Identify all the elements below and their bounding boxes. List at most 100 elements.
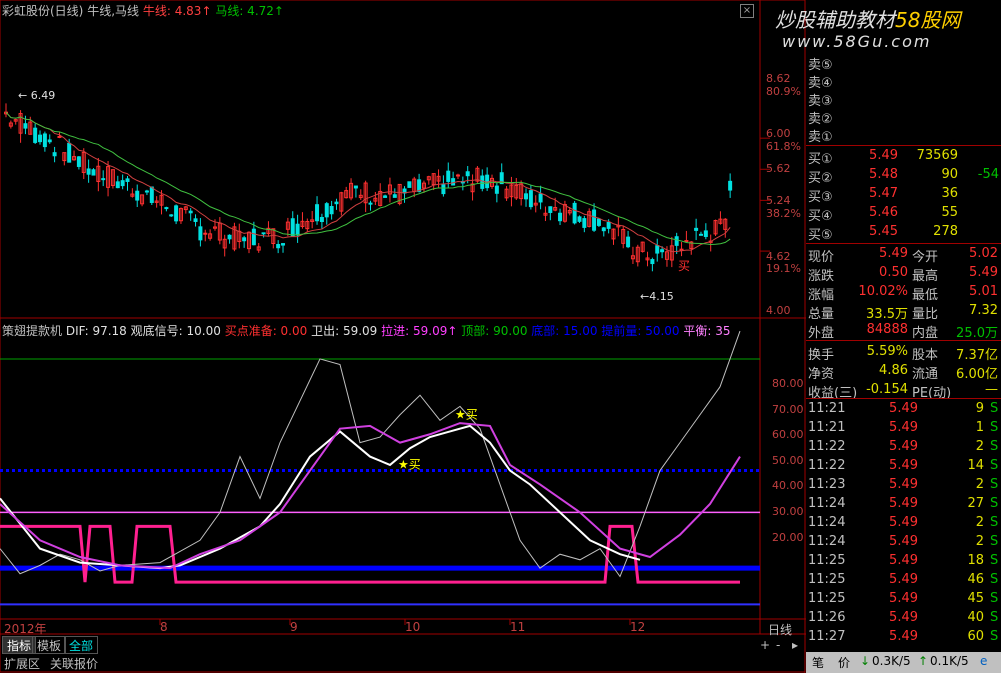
tick-price: 5.49 <box>889 515 918 530</box>
sell-row: 卖③ <box>806 90 1001 109</box>
stat-value: 7.32 <box>969 303 998 318</box>
zoom-in-button[interactable]: + <box>760 638 770 652</box>
tick-price: 5.49 <box>889 420 918 435</box>
tab-template[interactable]: 模板 <box>32 636 67 654</box>
candle-body <box>353 185 358 189</box>
sell-label: 卖② <box>808 112 833 127</box>
candle-body <box>548 206 553 213</box>
tick-time: 11:27 <box>808 629 846 644</box>
stat-label: 今开 <box>912 250 939 265</box>
stat-value: 5.59% <box>866 344 908 359</box>
time-axis-label: 12 <box>630 620 646 634</box>
tick-time: 11:26 <box>808 610 846 625</box>
stat-label: 流通 <box>912 367 939 382</box>
buy-price: 5.47 <box>869 186 898 201</box>
candle-body <box>655 245 660 254</box>
candle-body <box>455 174 460 177</box>
tick-time: 11:21 <box>808 401 846 416</box>
indicator-header: 策翅提款机 DIF: 97.18 观底信号: 10.00 买点准备: 0.00 … <box>2 322 731 339</box>
tick-side: S <box>990 629 999 644</box>
candle-body <box>451 178 456 186</box>
stat-row: 换手 5.59% 股本 7.37亿 <box>806 344 1001 363</box>
stat-row: 现价 5.49 今开 5.02 <box>806 246 1001 265</box>
tick-price: 5.49 <box>889 439 918 454</box>
chart-header: 彩虹股份(日线) 牛线,马线 牛线: 4.83↑ 马线: 4.72↑ <box>2 2 284 19</box>
candle-body <box>242 237 247 242</box>
stat-value: 4.86 <box>879 363 908 378</box>
high-annotation: ← 6.49 <box>18 89 55 102</box>
stat-label: 现价 <box>808 250 835 265</box>
indicator-axis-label: 50.00 <box>772 453 804 467</box>
more-button[interactable]: ▸ <box>792 638 798 652</box>
tick-side: S <box>990 496 999 511</box>
tick-row: 11:26 5.49 40 S <box>806 610 1001 628</box>
tick-side: S <box>990 477 999 492</box>
tick-row: 11:22 5.49 14 S <box>806 458 1001 476</box>
candle-body <box>198 226 203 241</box>
download-speed: 0.3K/5 <box>872 654 911 668</box>
candle-body <box>660 249 665 253</box>
tick-price: 5.49 <box>889 401 918 416</box>
tick-volume: 2 <box>975 477 984 492</box>
status-extend[interactable]: 扩展区 <box>4 655 40 673</box>
panel-separator <box>806 340 1001 341</box>
close-button[interactable]: × <box>740 4 754 18</box>
period-label: 日线 <box>768 623 793 637</box>
buy-marker: 买 <box>678 259 690 273</box>
candle-body <box>67 142 72 163</box>
candle-body <box>315 204 320 222</box>
stat-label: 换手 <box>808 348 835 363</box>
tick-row: 11:25 5.49 46 S <box>806 572 1001 590</box>
time-axis-label: 10 <box>405 620 421 634</box>
buy-row: 买④ 5.46 55 <box>806 205 1001 224</box>
status-related[interactable]: 关联报价 <box>50 655 98 673</box>
candle-body <box>679 248 684 251</box>
candle-body <box>694 227 699 231</box>
candle-body <box>446 170 451 182</box>
candle-body <box>392 194 397 198</box>
time-axis-label: 9 <box>290 620 298 634</box>
candle-body <box>728 180 733 191</box>
candle-body <box>290 218 295 237</box>
indicator-axis-label: 80.00 <box>772 377 804 390</box>
stat-label: 涨幅 <box>808 288 835 303</box>
tick-row: 11:21 5.49 9 S <box>806 401 1001 419</box>
candle-body <box>528 190 533 208</box>
stat-label: 最低 <box>912 288 939 303</box>
buy-row: 买② 5.48 90 -54 <box>806 167 1001 186</box>
panel-separator <box>806 145 1001 146</box>
price-button[interactable]: 价 <box>838 654 850 671</box>
tab-indicator[interactable]: 指标 <box>2 636 37 654</box>
buy-change: -54 <box>977 167 999 182</box>
sell-label: 卖① <box>808 130 833 145</box>
tick-side: S <box>990 401 999 416</box>
zoom-out-button[interactable]: - <box>776 638 780 652</box>
tick-time: 11:25 <box>808 591 846 606</box>
candle-body <box>135 190 140 201</box>
tick-price: 5.49 <box>889 553 918 568</box>
candle-body <box>169 214 174 217</box>
tick-price: 5.49 <box>889 458 918 473</box>
ramp-value: 拉进: 59.09 <box>381 324 448 338</box>
candle-body <box>596 218 601 226</box>
candle-body <box>334 201 339 205</box>
upload-speed: 0.1K/5 <box>930 654 969 668</box>
tick-volume: 1 <box>975 420 984 435</box>
price-axis-label: 5.24 <box>766 194 791 207</box>
indicator-name: 策翅提款机 <box>2 324 63 338</box>
stat-value: — <box>985 382 998 397</box>
candle-body <box>174 205 179 222</box>
buy-price: 5.46 <box>869 205 898 220</box>
low-annotation: ←4.15 <box>640 290 674 303</box>
candle-body <box>577 216 582 222</box>
sell-row: 卖② <box>806 108 1001 127</box>
tick-volume: 18 <box>967 553 984 568</box>
tick-price: 5.49 <box>889 591 918 606</box>
stat-row: 涨幅 10.02% 最低 5.01 <box>806 284 1001 303</box>
tick-button[interactable]: 笔 <box>812 654 824 671</box>
stat-label: 涨跌 <box>808 269 835 284</box>
tab-all[interactable]: 全部 <box>64 636 99 654</box>
tick-side: S <box>990 515 999 530</box>
indicator-axis-label: 60.00 <box>772 428 804 442</box>
signal-value: 观底信号: 10.00 <box>130 324 221 338</box>
